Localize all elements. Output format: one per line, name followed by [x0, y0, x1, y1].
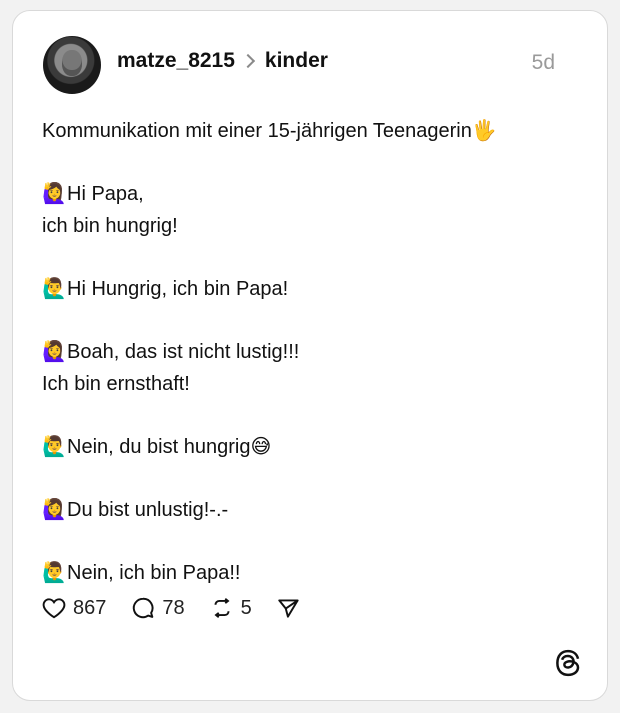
- person-raising-hand-icon: 🙋‍♀️: [42, 341, 67, 363]
- post-line: Ich bin ernsthaft!: [42, 368, 572, 400]
- post-card: matze_8215 kinder 5d Kommunikation mit e…: [12, 10, 608, 701]
- person-raising-hand-icon: 🙋‍♂️: [42, 562, 67, 584]
- post-line: 🙋‍♂️Nein, du bist hungrig😅: [42, 431, 572, 463]
- topic-tag[interactable]: kinder: [265, 49, 328, 73]
- post-body: Kommunikation mit einer 15-jährigen Teen…: [42, 115, 572, 589]
- post-line-text: Du bist unlustig!-.-: [67, 499, 229, 521]
- post-actions: 867 78 5: [41, 595, 332, 621]
- person-raising-hand-icon: 🙋‍♀️: [42, 183, 67, 205]
- comment-button[interactable]: 78: [130, 595, 185, 621]
- like-count: 867: [73, 596, 107, 619]
- post-line: [42, 400, 572, 431]
- post-line-text: Nein, ich bin Papa!!: [67, 562, 241, 584]
- repost-count: 5: [240, 596, 252, 619]
- post-line-text: Hi Hungrig, ich bin Papa!: [67, 278, 289, 300]
- post-line-text: ich bin hungrig!: [42, 215, 178, 237]
- threads-logo-icon: [556, 649, 580, 677]
- repost-button[interactable]: 5: [209, 595, 252, 621]
- post-line: [42, 305, 572, 336]
- post-line-text: Nein, du bist hungrig😅: [67, 436, 272, 458]
- chevron-right-icon: [240, 53, 255, 69]
- username[interactable]: matze_8215: [117, 49, 235, 73]
- post-line: Kommunikation mit einer 15-jährigen Teen…: [42, 115, 572, 147]
- like-button[interactable]: 867: [41, 595, 106, 621]
- person-raising-hand-icon: 🙋‍♂️: [42, 436, 67, 458]
- post-line: [42, 526, 572, 557]
- post-line: 🙋‍♂️Hi Hungrig, ich bin Papa!: [42, 273, 572, 305]
- comment-icon: [133, 597, 154, 619]
- person-raising-hand-icon: 🙋‍♀️: [42, 499, 67, 521]
- comment-count: 78: [162, 596, 185, 619]
- post-line-text: Kommunikation mit einer 15-jährigen Teen…: [42, 120, 497, 142]
- avatar[interactable]: [43, 36, 101, 94]
- share-button[interactable]: [276, 595, 308, 621]
- post-line: [42, 147, 572, 178]
- post-line-text: Ich bin ernsthaft!: [42, 373, 190, 395]
- heart-icon: [42, 598, 66, 619]
- person-raising-hand-icon: 🙋‍♂️: [42, 278, 67, 300]
- post-line: [42, 463, 572, 494]
- post-line-text: Hi Papa,: [67, 183, 144, 205]
- post-line: 🙋‍♀️Hi Papa,: [42, 178, 572, 210]
- post-time: 5d: [531, 51, 555, 74]
- post-header: matze_8215 kinder: [117, 49, 328, 73]
- post-line: ich bin hungrig!: [42, 210, 572, 242]
- post-line: 🙋‍♀️Boah, das ist nicht lustig!!!: [42, 336, 572, 368]
- post-line: 🙋‍♂️Nein, ich bin Papa!!: [42, 557, 572, 589]
- avatar-face: [62, 50, 82, 76]
- post-line-text: Boah, das ist nicht lustig!!!: [67, 341, 300, 363]
- send-icon: [278, 599, 299, 618]
- post-line: 🙋‍♀️Du bist unlustig!-.-: [42, 494, 572, 526]
- post-line: [42, 242, 572, 273]
- repost-icon: [214, 598, 230, 618]
